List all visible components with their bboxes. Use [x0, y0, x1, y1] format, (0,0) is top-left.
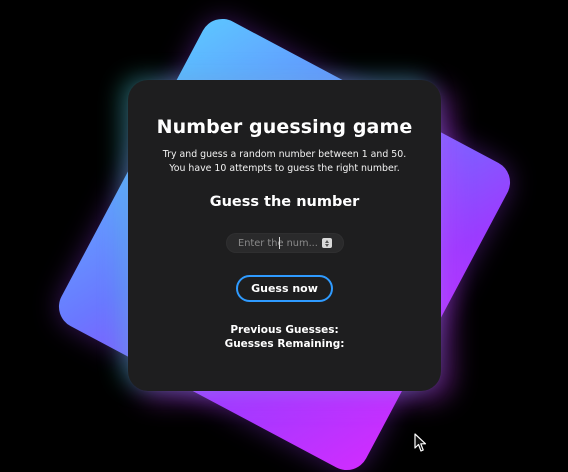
- description-line-1: Try and guess a random number between 1 …: [162, 149, 407, 160]
- mouse-pointer-icon: [414, 433, 427, 452]
- section-heading: Guess the number: [209, 194, 360, 210]
- stepper-down-icon[interactable]: [325, 243, 329, 247]
- stepper-up-icon[interactable]: [325, 239, 329, 243]
- number-stepper-icon[interactable]: [322, 238, 332, 248]
- guesses-remaining-label: Guesses Remaining:: [224, 338, 345, 350]
- game-description: Try and guess a random number between 1 …: [128, 148, 441, 176]
- description-line-2: You have 10 attempts to guess the right …: [169, 163, 400, 174]
- guess-stats: Previous Guesses: Guesses Remaining:: [128, 323, 441, 351]
- guess-input-wrapper[interactable]: [226, 233, 344, 253]
- previous-guesses-label: Previous Guesses:: [230, 324, 339, 336]
- page-stage: Number guessing game Try and guess a ran…: [0, 0, 568, 472]
- game-card: Number guessing game Try and guess a ran…: [128, 80, 441, 391]
- page-title: Number guessing game: [156, 116, 413, 138]
- guess-now-button[interactable]: Guess now: [236, 275, 333, 302]
- text-cursor: [279, 237, 280, 249]
